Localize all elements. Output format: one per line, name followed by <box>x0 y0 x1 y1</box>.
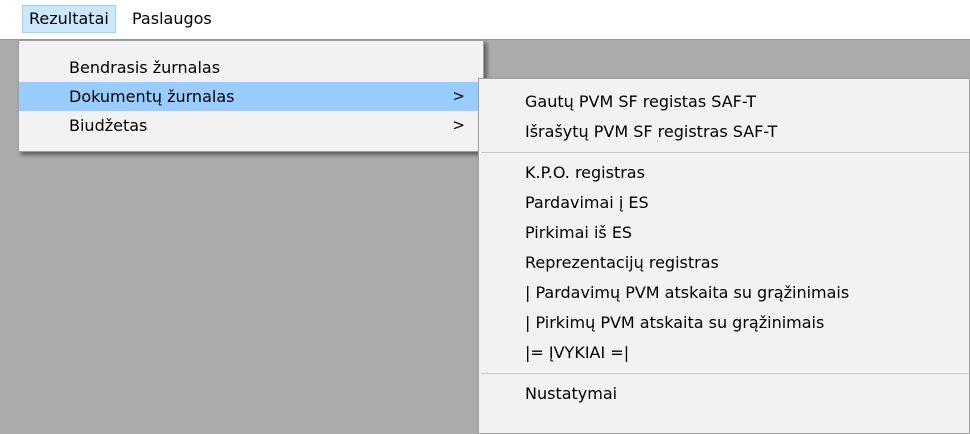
submenu-arrow-icon: > <box>452 87 465 105</box>
menu-item-pirkimai-es[interactable]: Pirkimai iš ES <box>479 218 969 248</box>
menu-item-label: Bendrasis žurnalas <box>69 58 221 77</box>
menu-separator <box>481 373 969 374</box>
menu-item-pardavimu-pvm-atskaita[interactable]: | Pardavimų PVM atskaita su grąžinimais <box>479 278 969 308</box>
menu-item-label: Biudžetas <box>69 116 148 135</box>
menu-item-nustatymai[interactable]: Nustatymai <box>479 379 969 409</box>
menu-item-label: Dokumentų žurnalas <box>69 87 235 106</box>
menu-paslaugos[interactable]: Paslaugos <box>126 5 218 33</box>
menu-item-reprezentaciju-registras[interactable]: Reprezentacijų registras <box>479 248 969 278</box>
menu-item-bendrasis-zurnalas[interactable]: Bendrasis žurnalas <box>19 53 483 82</box>
rezultatai-dropdown: Bendrasis žurnalas Dokumentų žurnalas > … <box>18 40 484 152</box>
app-window: Rezultatai Paslaugos Bendrasis žurnalas … <box>0 0 970 434</box>
menu-separator <box>481 152 969 153</box>
submenu-arrow-icon: > <box>452 116 465 134</box>
menu-item-kpo-registras[interactable]: K.P.O. registras <box>479 158 969 188</box>
menu-item-dokumentu-zurnalas[interactable]: Dokumentų žurnalas > <box>19 82 483 111</box>
menu-rezultatai[interactable]: Rezultatai <box>22 5 116 33</box>
menu-item-gautu-pvm-sf[interactable]: Gautų PVM SF registas SAF-T <box>479 87 969 117</box>
menu-item-pardavimai-es[interactable]: Pardavimai į ES <box>479 188 969 218</box>
menu-item-ivykiai[interactable]: |= ĮVYKIAI =| <box>479 338 969 368</box>
menu-item-israsytu-pvm-sf[interactable]: Išrašytų PVM SF registras SAF-T <box>479 117 969 147</box>
menu-item-pirkimu-pvm-atskaita[interactable]: | Pirkimų PVM atskaita su grąžinimais <box>479 308 969 338</box>
dokumentu-zurnalas-submenu: Gautų PVM SF registas SAF-T Išrašytų PVM… <box>478 78 970 434</box>
menubar: Rezultatai Paslaugos <box>0 0 970 40</box>
menu-item-biudzetas[interactable]: Biudžetas > <box>19 111 483 140</box>
